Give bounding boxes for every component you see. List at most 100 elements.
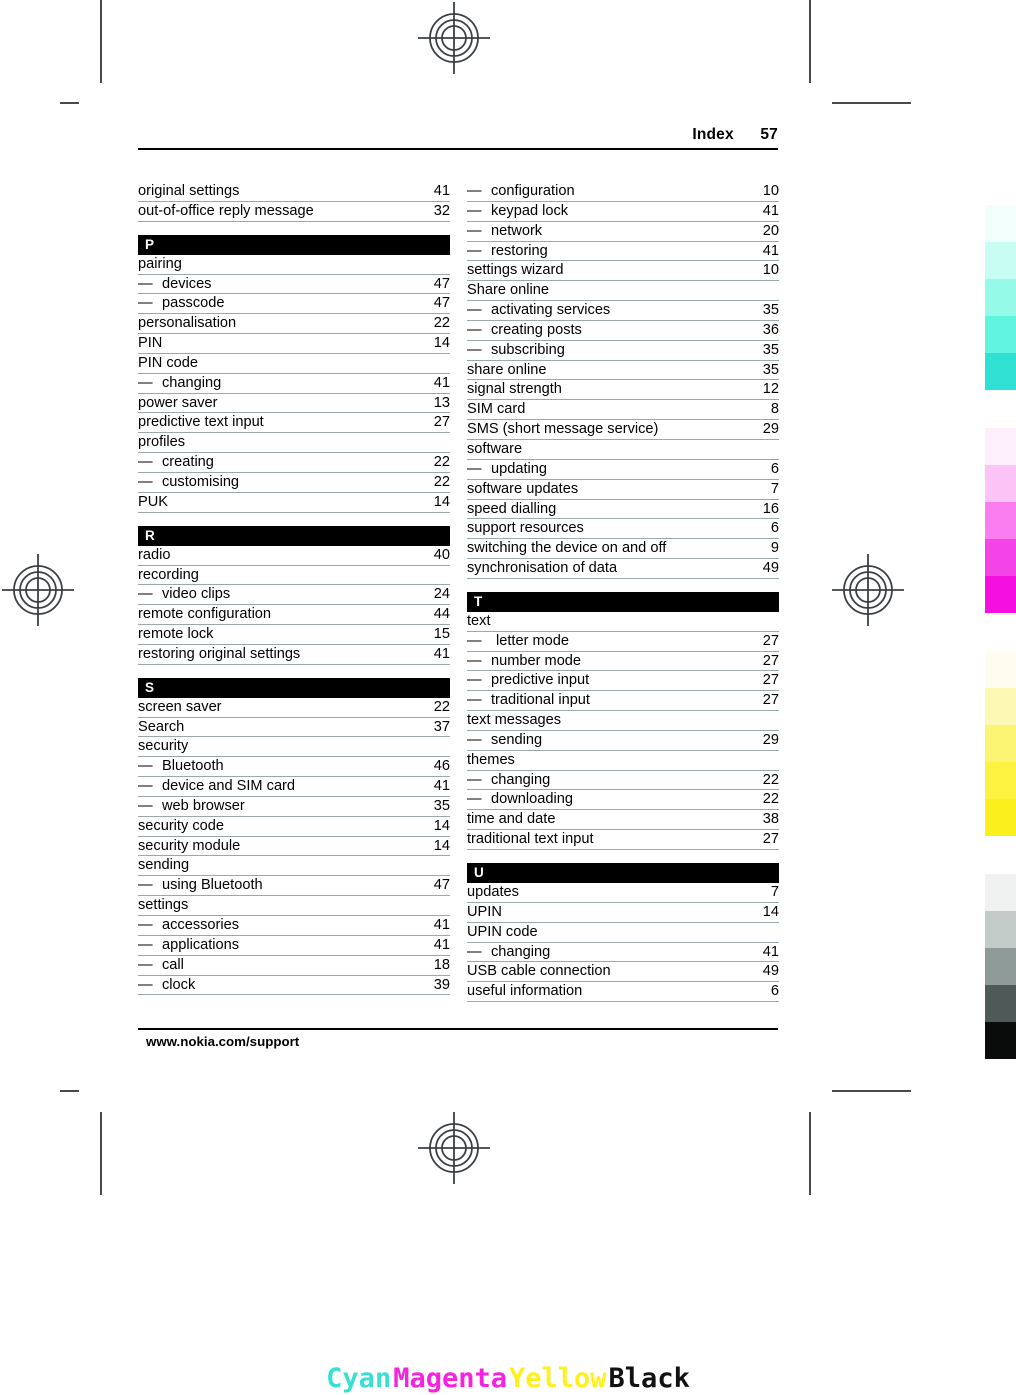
index-page-number: 49 — [762, 560, 779, 577]
page-title: Index — [692, 126, 734, 143]
index-subentry: — creating 22 — [138, 453, 450, 473]
index-subentry: — creating posts 36 — [467, 321, 779, 341]
index-entry: power saver 13 — [138, 394, 450, 414]
index-page-number: 47 — [433, 275, 450, 292]
registration-target-top — [418, 2, 490, 74]
index-page-number: 41 — [433, 917, 450, 933]
index-page-number: 49 — [762, 963, 779, 980]
index-entry: security module 14 — [138, 837, 450, 857]
index-subentry: — devices 47 — [138, 275, 450, 295]
subentry-dash-icon: — — [467, 202, 482, 219]
index-page-number: 24 — [433, 586, 450, 603]
index-term: — number mode — [467, 652, 582, 669]
index-subentry: — network 20 — [467, 222, 779, 242]
index-term: software — [467, 440, 523, 457]
subentry-dash-icon: — — [138, 374, 153, 391]
index-entry: sending — [138, 856, 450, 877]
index-term: traditional text input — [467, 831, 594, 848]
index-term: — activating services — [467, 302, 611, 319]
index-subentry: — changing 22 — [467, 771, 779, 791]
index-letter-heading-u: U — [467, 863, 779, 883]
index-entry: settings — [138, 896, 450, 916]
index-letter-heading-p: P — [138, 234, 450, 255]
index-entry: out-of-office reply message 32 — [138, 202, 450, 222]
index-entry: security code 14 — [138, 817, 450, 837]
index-term: — traditional input — [467, 692, 590, 709]
index-term: — letter mode — [467, 632, 570, 649]
index-entry: UPIN 14 — [467, 903, 779, 923]
index-page-number: 16 — [762, 500, 779, 517]
index-term: PIN — [138, 335, 163, 352]
index-term: UPIN code — [467, 923, 538, 940]
index-term: — updating — [467, 460, 547, 477]
index-subentry: — number mode 27 — [467, 652, 779, 672]
index-term: PUK — [138, 493, 169, 510]
index-term: — device and SIM card — [138, 778, 296, 795]
index-entry: share online 35 — [467, 361, 779, 381]
index-entry: restoring original settings 41 — [138, 645, 450, 665]
index-page-number: 46 — [433, 758, 450, 775]
subentry-dash-icon: — — [467, 222, 482, 239]
index-subentry: — sending 29 — [467, 731, 779, 751]
swatch-group-cyan — [985, 205, 1016, 390]
index-entry: themes — [467, 751, 779, 771]
index-page-number: 6 — [770, 520, 779, 537]
index-page-number: 15 — [433, 626, 450, 643]
index-term: settings — [138, 897, 189, 914]
swatch-magenta-2 — [985, 465, 1016, 502]
subentry-dash-icon: — — [467, 302, 482, 319]
index-page-number: 47 — [433, 295, 450, 312]
index-letter-heading-r: R — [138, 525, 450, 546]
index-page-number: 35 — [762, 341, 779, 358]
index-letter-heading-t: T — [467, 591, 779, 612]
index-term: UPIN — [467, 903, 502, 920]
index-page-number: 22 — [433, 473, 450, 490]
subentry-dash-icon: — — [138, 275, 153, 292]
index-term: security module — [138, 837, 241, 854]
subentry-dash-icon: — — [467, 943, 482, 960]
index-page-number: 14 — [433, 837, 450, 854]
footer-rule — [138, 1028, 778, 1030]
index-term: remote configuration — [138, 606, 272, 623]
index-term: — web browser — [138, 797, 245, 814]
index-page-number: 41 — [762, 943, 779, 960]
cmyk-label-magenta: Magenta — [393, 1363, 507, 1394]
subentry-dash-icon: — — [467, 321, 482, 338]
index-term: Share online — [467, 282, 549, 299]
index-subentry: — applications 41 — [138, 936, 450, 956]
index-page-number: 27 — [433, 414, 450, 431]
index-subentry: — passcode 47 — [138, 294, 450, 315]
index-page-number: 22 — [433, 315, 450, 332]
index-term: — keypad lock — [467, 202, 569, 219]
index-term: useful information — [467, 983, 583, 1000]
index-subentry: — traditional input 27 — [467, 691, 779, 712]
subentry-dash-icon: — — [467, 460, 482, 477]
index-page-number: 18 — [433, 956, 450, 973]
swatch-black-2 — [985, 911, 1016, 948]
subentry-dash-icon: — — [138, 917, 153, 933]
index-subentry: — web browser 35 — [138, 797, 450, 817]
index-entry: radio 40 — [138, 546, 450, 566]
cmyk-caption: CyanMagentaYellowBlack — [0, 1363, 1016, 1394]
swatch-yellow-3 — [985, 725, 1016, 762]
subentry-dash-icon: — — [138, 956, 153, 973]
index-subentry: — letter mode 27 — [467, 632, 779, 652]
index-term: synchronisation of data — [467, 560, 618, 577]
index-entry: useful information 6 — [467, 982, 779, 1003]
index-page-number: 35 — [433, 797, 450, 814]
subentry-dash-icon: — — [467, 341, 482, 358]
index-page-number: 32 — [433, 202, 450, 219]
index-entry: predictive text input 27 — [138, 413, 450, 434]
index-entry: support resources 6 — [467, 519, 779, 540]
index-page-number: 7 — [770, 480, 779, 497]
index-term: — sending — [467, 731, 543, 748]
subentry-dash-icon: — — [467, 692, 482, 709]
swatch-group-yellow — [985, 651, 1016, 836]
index-term: power saver — [138, 394, 218, 411]
index-subentry: — video clips 24 — [138, 585, 450, 606]
index-letter-label: P — [145, 236, 155, 252]
index-subentry: — clock 39 — [138, 976, 450, 996]
index-subentry: — accessories 41 — [138, 916, 450, 936]
subentry-dash-icon: — — [138, 797, 153, 814]
crop-mark-bottom-right-horizontal — [832, 1090, 911, 1092]
